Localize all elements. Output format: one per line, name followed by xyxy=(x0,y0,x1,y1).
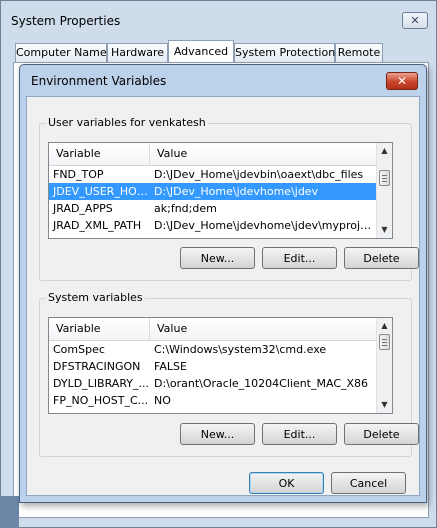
ok-button[interactable]: OK xyxy=(249,472,324,494)
cancel-button[interactable]: Cancel xyxy=(331,472,406,494)
user-new-button[interactable]: New... xyxy=(180,247,255,269)
tab-advanced[interactable]: Advanced xyxy=(168,40,234,63)
variable-value: NO xyxy=(154,394,171,407)
column-header-value[interactable]: Value xyxy=(150,143,377,166)
table-row[interactable]: DFSTRACINGON FALSE xyxy=(49,358,376,375)
variable-name: FP_NO_HOST_C... xyxy=(53,394,149,407)
user-variables-label: User variables for venkatesh xyxy=(46,116,208,129)
table-row[interactable]: ComSpec C:\Windows\system32\cmd.exe xyxy=(49,341,376,358)
user-variables-list[interactable]: Variable Value FND_TOP D:\JDev_Home\jdev… xyxy=(48,142,393,239)
scroll-down-icon[interactable]: ▼ xyxy=(377,222,392,238)
column-header-variable[interactable]: Variable xyxy=(49,318,150,341)
variable-value: D:\JDev_Home\jdevhome\jdev xyxy=(154,185,319,198)
user-edit-button[interactable]: Edit... xyxy=(262,247,337,269)
variable-value: D:\JDev_Home\jdevbin\oaext\dbc_files xyxy=(154,168,364,181)
column-header-variable[interactable]: Variable xyxy=(49,143,150,166)
variable-name: JRAD_XML_PATH xyxy=(53,219,142,232)
table-row[interactable]: JRAD_XML_PATH D:\JDev_Home\jdevhome\jdev… xyxy=(49,217,377,234)
variable-value: FALSE xyxy=(154,360,187,373)
scroll-up-icon[interactable]: ▲ xyxy=(377,143,392,159)
system-variables-rows: ComSpec C:\Windows\system32\cmd.exe DFST… xyxy=(49,341,376,409)
system-properties-title: System Properties xyxy=(11,14,121,28)
system-edit-button[interactable]: Edit... xyxy=(262,423,337,445)
dialog-title: Environment Variables xyxy=(31,74,167,88)
tab-hardware[interactable]: Hardware xyxy=(107,43,168,62)
system-delete-button[interactable]: Delete xyxy=(344,423,419,445)
scroll-thumb[interactable] xyxy=(379,334,390,350)
variable-value: D:\orant\Oracle_10204Client_MAC_X86 xyxy=(154,377,369,390)
user-variables-scrollbar[interactable]: ▲ ▼ xyxy=(376,143,392,238)
user-delete-button[interactable]: Delete xyxy=(344,247,419,269)
variable-value: D:\JDev_Home\jdevhome\jdev\myproje... xyxy=(154,219,377,232)
variable-name: ComSpec xyxy=(53,343,105,356)
background-strip xyxy=(0,496,19,528)
system-properties-close-icon[interactable]: ✕ xyxy=(402,12,428,29)
variable-name: FND_TOP xyxy=(53,168,104,181)
system-new-button[interactable]: New... xyxy=(180,423,255,445)
variable-name: DFSTRACINGON xyxy=(53,360,141,373)
system-variables-group: System variables Variable Value ComSpec … xyxy=(39,291,419,457)
variable-value: ak;fnd;dem xyxy=(154,202,217,215)
user-variables-group: User variables for venkatesh Variable Va… xyxy=(39,116,419,281)
variable-name: JDEV_USER_HOME xyxy=(53,185,150,198)
system-variables-list[interactable]: Variable Value ComSpec C:\Windows\system… xyxy=(48,317,393,414)
table-row[interactable]: DYLD_LIBRARY_... D:\orant\Oracle_10204Cl… xyxy=(49,375,376,392)
tab-computer-name[interactable]: Computer Name xyxy=(15,43,107,62)
user-variables-rows: FND_TOP D:\JDev_Home\jdevbin\oaext\dbc_f… xyxy=(49,166,377,234)
dialog-close-icon[interactable]: ✕ xyxy=(386,72,418,90)
column-header-value[interactable]: Value xyxy=(150,318,377,341)
user-variables-header: Variable Value xyxy=(49,143,376,166)
system-variables-header: Variable Value xyxy=(49,318,376,341)
dialog-client-area: User variables for venkatesh Variable Va… xyxy=(26,96,420,496)
system-variables-scrollbar[interactable]: ▲ ▼ xyxy=(376,318,392,413)
variable-value: C:\Windows\system32\cmd.exe xyxy=(154,343,327,356)
system-variables-label: System variables xyxy=(46,291,145,304)
scroll-thumb[interactable] xyxy=(379,170,390,186)
scroll-up-icon[interactable]: ▲ xyxy=(377,318,392,334)
variable-name: DYLD_LIBRARY_... xyxy=(53,377,149,390)
tab-system-protection[interactable]: System Protection xyxy=(234,43,335,62)
table-row[interactable]: JRAD_APPS ak;fnd;dem xyxy=(49,200,376,217)
scroll-down-icon[interactable]: ▼ xyxy=(377,397,392,413)
table-row[interactable]: FP_NO_HOST_C... NO xyxy=(49,392,376,409)
environment-variables-dialog: Environment Variables ✕ User variables f… xyxy=(19,64,427,503)
tab-remote[interactable]: Remote xyxy=(335,43,383,62)
table-row-selected[interactable]: JDEV_USER_HOME D:\JDev_Home\jdevhome\jde… xyxy=(49,183,376,200)
variable-name: JRAD_APPS xyxy=(53,202,113,215)
table-row[interactable]: FND_TOP D:\JDev_Home\jdevbin\oaext\dbc_f… xyxy=(49,166,376,183)
